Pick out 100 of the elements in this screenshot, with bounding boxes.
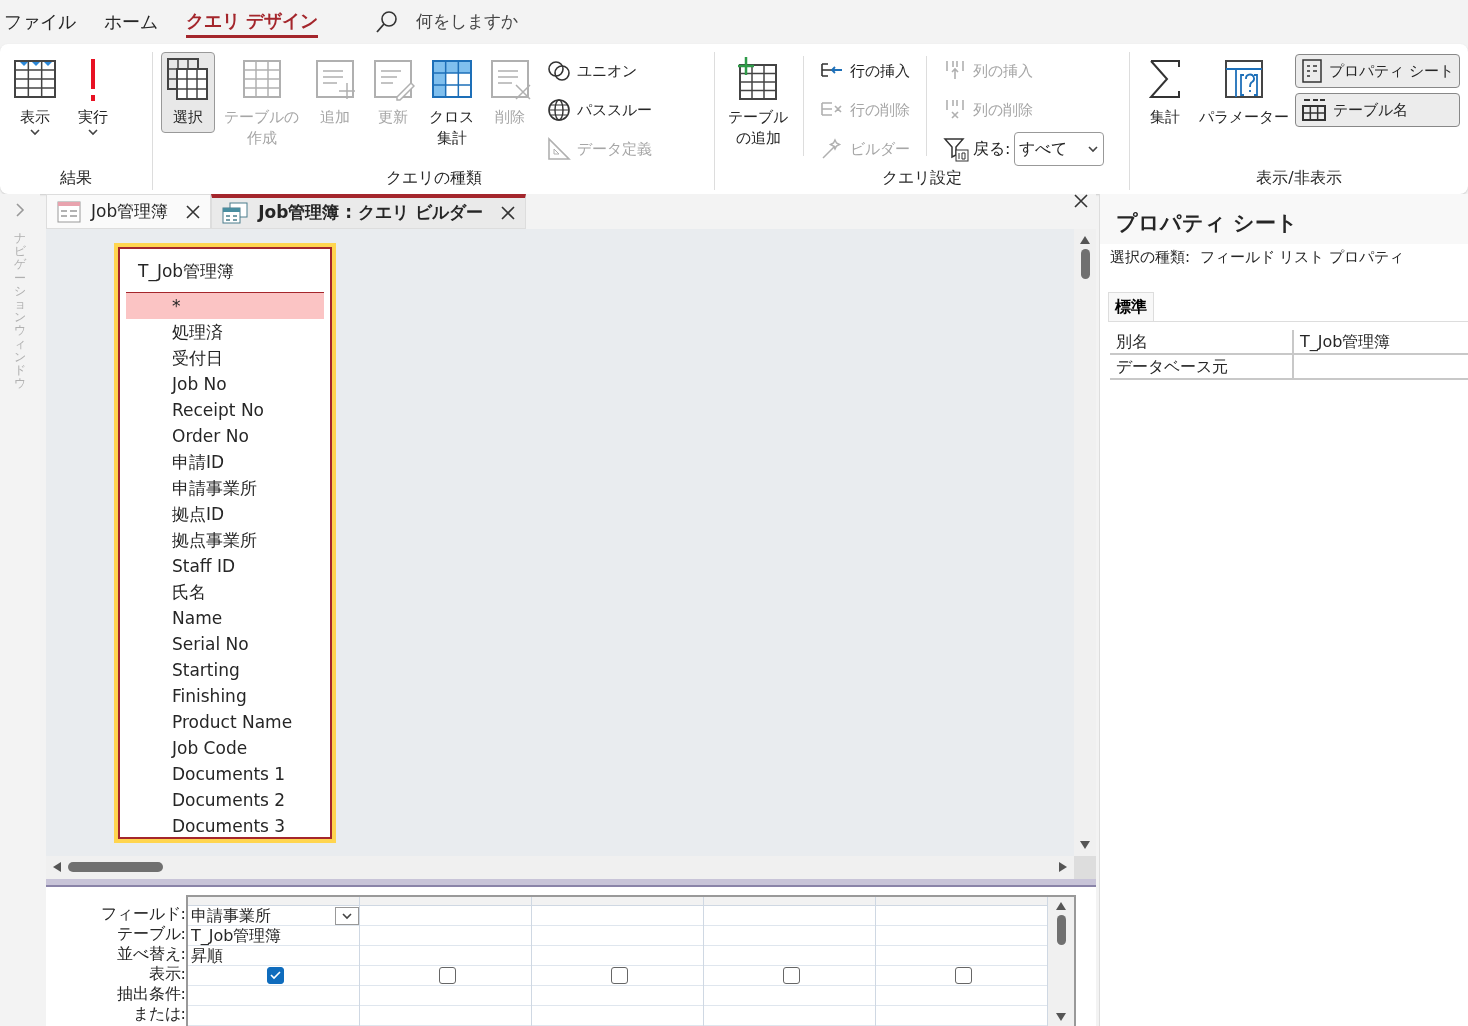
show-checkbox[interactable] bbox=[610, 967, 628, 984]
table-name-icon bbox=[1301, 98, 1328, 122]
crosstab-icon bbox=[429, 57, 474, 101]
field-list-item[interactable]: Name bbox=[126, 605, 324, 632]
row-label: フィールド: bbox=[99, 904, 186, 924]
table-value[interactable]: T_Job管理簿 bbox=[191, 926, 282, 945]
vertical-scrollbar[interactable] bbox=[1048, 897, 1074, 1026]
ribbon-button[interactable]: テーブルの追加 bbox=[723, 52, 793, 154]
ribbon-button[interactable]: ユニオン bbox=[541, 54, 658, 88]
close-button[interactable] bbox=[500, 206, 515, 221]
field-list-item[interactable]: 処理済 bbox=[126, 319, 324, 346]
ribbon-button[interactable]: クロス集計 bbox=[424, 52, 479, 154]
field-list-item[interactable]: Documents 1 bbox=[126, 761, 324, 788]
ribbon-button[interactable]: 行の挿入 bbox=[814, 54, 916, 88]
exclamation-icon bbox=[91, 59, 95, 101]
tab-label: Job管理簿 bbox=[91, 199, 169, 223]
field-value[interactable]: 申請事業所 bbox=[191, 906, 271, 925]
chevron-icon bbox=[341, 911, 353, 920]
scroll-thumb[interactable] bbox=[68, 862, 163, 873]
chevron-icon bbox=[87, 128, 99, 136]
ribbon-button[interactable]: 実行 bbox=[66, 52, 120, 141]
field-list-item[interactable]: * bbox=[126, 293, 324, 320]
field-list-item[interactable]: Documents 2 bbox=[126, 787, 324, 814]
field-list-window[interactable]: T_Job管理簿 * 処理済 受付日 Job No Receipt No Order No 申請ID 申請事業所 拠点ID 拠点事業所 Staff ID 氏名 Name Serial No Starting Finishing Product Name Job Code Documents 1 Documents 2 Documents 3 bbox=[114, 243, 336, 844]
document-tab[interactable]: Job管理簿 bbox=[46, 194, 212, 230]
table-plus-icon bbox=[313, 57, 357, 101]
selection-type-text: 選択の種類: フィールド リスト プロパティ bbox=[1109, 246, 1406, 268]
property-name: データベース元 bbox=[1110, 355, 1294, 378]
vertical-scrollbar[interactable] bbox=[1074, 229, 1096, 856]
field-list-item[interactable]: Finishing bbox=[126, 683, 324, 710]
ribbon-button[interactable]: テーブル名 bbox=[1295, 93, 1460, 127]
field-list-item[interactable]: 申請事業所 bbox=[126, 475, 324, 502]
ribbon-tab[interactable]: ホーム bbox=[104, 8, 158, 36]
wand-icon bbox=[820, 137, 844, 161]
top-values-dropdown[interactable]: すべて bbox=[1014, 132, 1105, 166]
row-label: 並べ替え: bbox=[115, 944, 186, 964]
row-label: テーブル: bbox=[115, 924, 186, 944]
field-list-item[interactable]: 氏名 bbox=[126, 579, 324, 606]
ribbon-button[interactable]: パラメーター bbox=[1196, 52, 1292, 133]
ribbon-tab[interactable]: クエリ デザイン bbox=[186, 6, 319, 38]
navigation-pane-title: ナビゲーションウィンドウ bbox=[14, 232, 26, 391]
table-pencil-icon bbox=[371, 57, 415, 101]
ribbon-button[interactable]: 集計 bbox=[1138, 52, 1192, 133]
field-list-item[interactable]: 申請ID bbox=[126, 449, 324, 476]
scrollbar-corner bbox=[1074, 855, 1096, 880]
document-tab[interactable]: Job管理簿 : クエリ ビルダー bbox=[211, 194, 526, 230]
left-arrow-icon bbox=[52, 861, 62, 874]
show-checkbox[interactable] bbox=[954, 967, 972, 984]
close-icon bbox=[186, 204, 201, 219]
property-sheet-icon bbox=[1301, 59, 1324, 83]
ribbon-group-label: クエリ設定 bbox=[881, 167, 963, 189]
globe-icon bbox=[547, 98, 571, 122]
property-tab[interactable]: 標準 bbox=[1108, 292, 1154, 321]
check-icon bbox=[269, 971, 281, 980]
field-list-item[interactable]: Receipt No bbox=[126, 397, 324, 424]
show-checkbox[interactable] bbox=[782, 967, 800, 984]
field-list-item[interactable]: Job Code bbox=[126, 735, 324, 762]
field-list-item[interactable]: 拠点ID bbox=[126, 501, 324, 528]
right-arrow-icon bbox=[1058, 861, 1068, 874]
scroll-thumb[interactable] bbox=[1056, 915, 1066, 945]
table-x-icon bbox=[488, 57, 532, 101]
tell-me-field[interactable]: 何をしますか bbox=[374, 9, 519, 35]
dropdown-button[interactable] bbox=[335, 906, 359, 925]
field-list-item[interactable]: Starting bbox=[126, 657, 324, 684]
ribbon-button[interactable]: 選択 bbox=[161, 52, 215, 133]
tab-label: Job管理簿 : クエリ ビルダー bbox=[258, 201, 483, 225]
field-list-item[interactable]: Documents 3 bbox=[126, 813, 324, 840]
field-list-item[interactable]: Staff ID bbox=[126, 553, 324, 580]
row-label: 表示: bbox=[147, 964, 186, 984]
show-checkbox[interactable] bbox=[266, 967, 284, 984]
ribbon-tab[interactable]: ファイル bbox=[4, 8, 76, 36]
scroll-thumb[interactable] bbox=[1080, 249, 1090, 280]
chevron-icon bbox=[29, 128, 41, 136]
row-label: 抽出条件: bbox=[115, 984, 186, 1004]
top-values-label: 戻る: bbox=[973, 138, 1011, 160]
chevron-right-icon[interactable] bbox=[14, 202, 26, 218]
form-icon bbox=[57, 200, 81, 223]
down-arrow-icon bbox=[1079, 839, 1091, 850]
field-list-item[interactable]: Job No bbox=[126, 371, 324, 398]
table-plus-icon bbox=[736, 57, 780, 101]
sort-value[interactable]: 昇順 bbox=[191, 946, 223, 965]
datasheet-icon bbox=[13, 57, 57, 101]
filter-icon bbox=[943, 136, 969, 162]
ribbon-group-label: 表示/非表示 bbox=[1255, 167, 1343, 189]
field-list-item[interactable]: Order No bbox=[126, 423, 324, 450]
ribbon-button[interactable]: 表示 bbox=[8, 52, 62, 141]
union-icon bbox=[547, 59, 571, 83]
property-name: 別名 bbox=[1110, 330, 1294, 353]
ribbon-button[interactable]: パススルー bbox=[541, 93, 658, 127]
horizontal-scrollbar[interactable] bbox=[46, 855, 1096, 880]
field-list-item[interactable]: Product Name bbox=[126, 709, 324, 736]
show-checkbox[interactable] bbox=[438, 967, 456, 984]
property-value[interactable]: T_Job管理簿 bbox=[1294, 330, 1391, 353]
field-list-item[interactable]: Serial No bbox=[126, 631, 324, 658]
field-list-item[interactable]: 受付日 bbox=[126, 345, 324, 372]
close-button[interactable] bbox=[186, 204, 201, 219]
ribbon-group-label: クエリの種類 bbox=[384, 167, 483, 189]
field-list-item[interactable]: 拠点事業所 bbox=[126, 527, 324, 554]
ribbon-button[interactable]: プロパティ シート bbox=[1295, 54, 1460, 88]
close-icon bbox=[1074, 194, 1088, 208]
